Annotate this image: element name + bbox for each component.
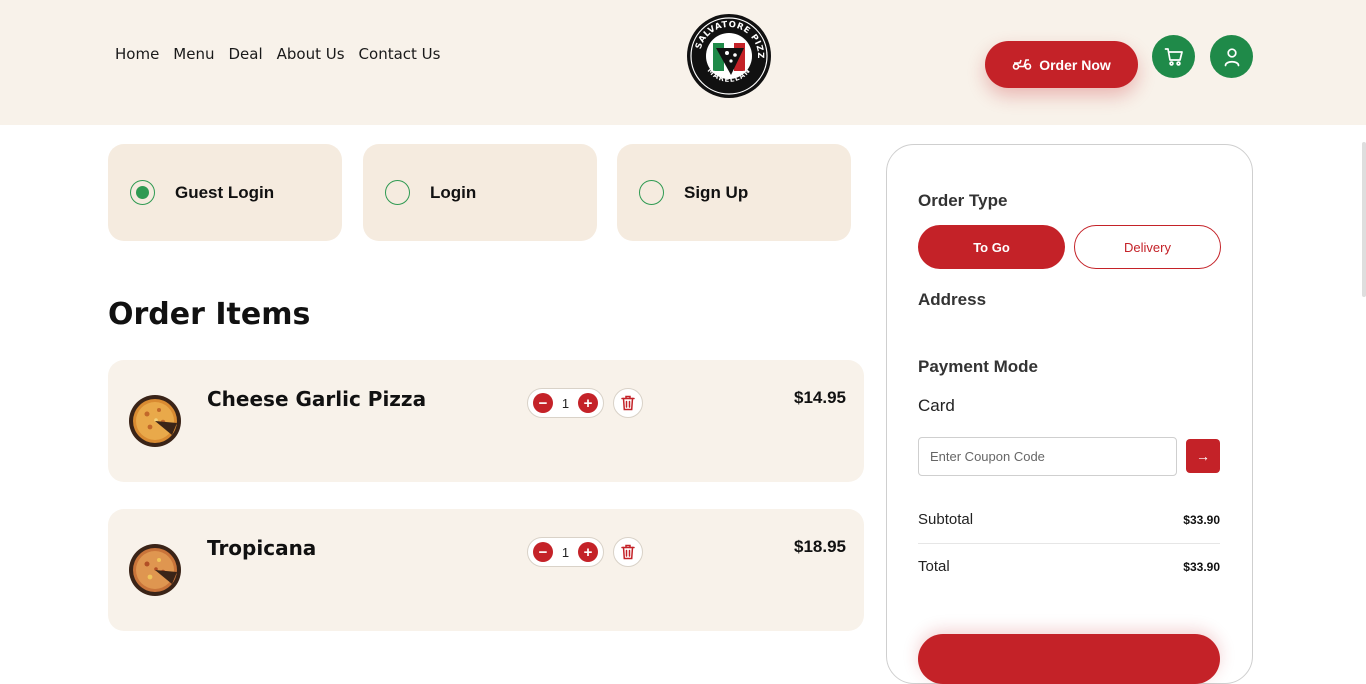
login-option-label: Login xyxy=(430,182,477,202)
item-price: $18.95 xyxy=(794,537,846,556)
page-scrollbar[interactable] xyxy=(1362,142,1366,297)
decrement-button[interactable]: − xyxy=(533,393,553,413)
nav-deal[interactable]: Deal xyxy=(228,45,262,63)
login-option-login[interactable]: Login xyxy=(363,144,597,241)
item-price: $14.95 xyxy=(794,388,846,407)
radio-login[interactable] xyxy=(385,180,410,205)
quantity-value: 1 xyxy=(561,395,570,411)
pizza-image xyxy=(129,395,181,447)
login-option-label: Guest Login xyxy=(175,182,275,202)
order-items-title: Order Items xyxy=(108,297,311,332)
order-now-label: Order Now xyxy=(1039,56,1111,73)
order-type-delivery-button[interactable]: Delivery xyxy=(1074,225,1221,269)
cart-icon xyxy=(1164,47,1183,66)
address-heading: Address xyxy=(918,290,987,309)
increment-button[interactable]: + xyxy=(577,393,598,413)
order-type-to-go-button[interactable]: To Go xyxy=(918,225,1065,269)
subtotal-value: $33.90 xyxy=(1183,512,1220,527)
order-item: Cheese Garlic Pizza − 1 + $14.95 xyxy=(108,360,864,482)
subtotal-row: Subtotal $33.90 xyxy=(918,511,1220,528)
scooter-icon xyxy=(1012,56,1032,73)
coupon-code-input[interactable] xyxy=(918,437,1177,476)
login-option-label: Sign Up xyxy=(684,182,749,202)
account-button[interactable] xyxy=(1210,35,1253,78)
decrement-button[interactable]: − xyxy=(533,542,553,562)
arrow-right-icon: → xyxy=(1196,448,1210,464)
quantity-stepper: − 1 + xyxy=(527,537,604,567)
cart-button[interactable] xyxy=(1152,35,1195,78)
nav-contact-us[interactable]: Contact Us xyxy=(359,45,441,63)
trash-icon xyxy=(621,544,635,560)
subtotal-label: Subtotal xyxy=(918,511,974,528)
pizza-image xyxy=(129,544,181,596)
remove-item-button[interactable] xyxy=(613,388,643,418)
order-summary-panel: Order Type To Go Delivery Address Paymen… xyxy=(886,144,1253,684)
divider xyxy=(918,543,1220,544)
payment-mode-heading: Payment Mode xyxy=(918,357,1038,376)
item-name: Cheese Garlic Pizza xyxy=(207,387,427,411)
login-option-signup[interactable]: Sign Up xyxy=(617,144,851,241)
radio-sign-up[interactable] xyxy=(639,180,664,205)
order-now-button[interactable]: Order Now xyxy=(985,41,1138,88)
brand-logo[interactable]: LA SALVATORE PIZZA MARELLAN xyxy=(682,6,772,99)
order-type-heading: Order Type xyxy=(918,191,1008,210)
login-option-guest[interactable]: Guest Login xyxy=(108,144,342,241)
nav-menu[interactable]: Menu xyxy=(173,45,214,63)
trash-icon xyxy=(621,395,635,411)
nav-about-us[interactable]: About Us xyxy=(277,45,345,63)
radio-guest-login[interactable] xyxy=(130,180,155,205)
nav-home[interactable]: Home xyxy=(115,45,159,63)
user-icon xyxy=(1224,47,1239,66)
total-label: Total xyxy=(918,558,950,575)
order-item: Tropicana − 1 + $18.95 xyxy=(108,509,864,631)
main-nav: Home Menu Deal About Us Contact Us xyxy=(115,45,440,63)
remove-item-button[interactable] xyxy=(613,537,643,567)
apply-coupon-button[interactable]: → xyxy=(1186,439,1220,473)
site-header: Home Menu Deal About Us Contact Us LA SA… xyxy=(0,0,1366,125)
item-name: Tropicana xyxy=(207,536,317,560)
total-value: $33.90 xyxy=(1183,559,1220,574)
checkout-button[interactable] xyxy=(918,634,1220,684)
increment-button[interactable]: + xyxy=(577,542,598,562)
total-row: Total $33.90 xyxy=(918,558,1220,575)
quantity-value: 1 xyxy=(561,544,570,560)
payment-mode-value: Card xyxy=(918,396,955,415)
quantity-stepper: − 1 + xyxy=(527,388,604,418)
